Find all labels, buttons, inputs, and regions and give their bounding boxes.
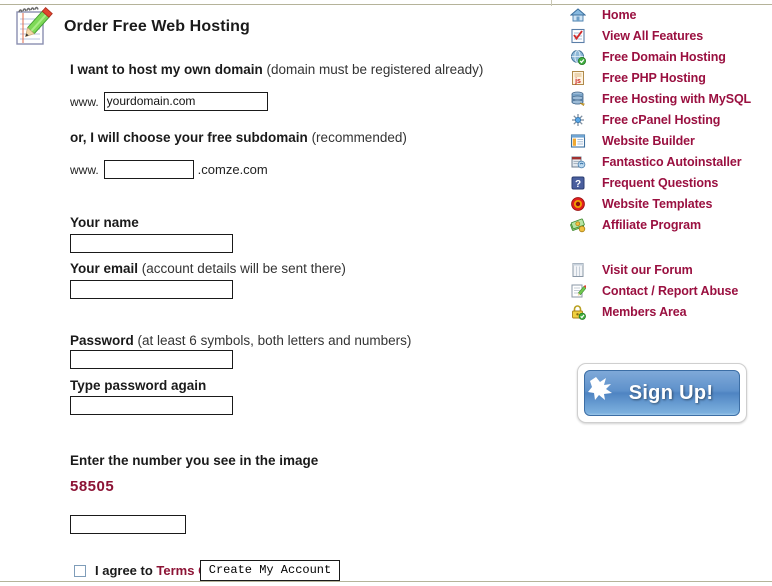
sidebar: Home View All Features Free Domain Hosti…: [569, 4, 772, 322]
create-account-button[interactable]: Create My Account: [199, 560, 341, 581]
captcha-label: Enter the number you see in the image: [70, 453, 319, 468]
sidebar-label[interactable]: Website Builder: [602, 134, 695, 148]
notepad-pencil-icon: [12, 5, 56, 49]
captcha-input[interactable]: [70, 515, 186, 534]
globe-check-icon: [570, 49, 586, 65]
page-header: Order Free Web Hosting: [12, 5, 250, 49]
sidebar-label[interactable]: Free Hosting with MySQL: [602, 92, 751, 106]
subdomain-question: or, I will choose your free subdomain (r…: [70, 130, 540, 145]
contact-pencil-icon: [570, 283, 588, 299]
sidebar-item-website-builder[interactable]: Website Builder: [570, 130, 772, 151]
svg-text:js: js: [574, 78, 581, 85]
sidebar-item-frequent-questions[interactable]: ? Frequent Questions: [570, 172, 772, 193]
sidebar-label[interactable]: Members Area: [602, 305, 687, 319]
target-ring-icon: [570, 196, 586, 212]
database-icon: [570, 91, 586, 107]
password-label-text: Password: [70, 333, 134, 348]
script-js-icon: js: [570, 70, 586, 86]
sidebar-label[interactable]: Visit our Forum: [602, 263, 693, 277]
sidebar-label[interactable]: Contact / Report Abuse: [602, 284, 738, 298]
sidebar-item-free-cpanel-hosting[interactable]: Free cPanel Hosting: [570, 109, 772, 130]
sidebar-divider: [551, 0, 552, 6]
sidebar-label[interactable]: Free cPanel Hosting: [602, 113, 720, 127]
signup-form: I want to host my own domain (domain mus…: [70, 62, 540, 578]
subdomain-label-note: (recommended): [307, 130, 407, 145]
home-icon: [569, 7, 587, 23]
password-label-note: (at least 6 symbols, both letters and nu…: [133, 333, 412, 348]
email-label-text: Your email: [70, 261, 139, 276]
password-input[interactable]: [70, 350, 233, 369]
sidebar-label[interactable]: Home: [602, 8, 636, 22]
password-label: Password (at least 6 symbols, both lette…: [70, 333, 540, 348]
submit-row: Create My Account: [0, 560, 540, 581]
subdomain-row: www. .comze.com: [70, 160, 540, 179]
sidebar-item-members-area[interactable]: Members Area: [570, 301, 772, 322]
sidebar-item-affiliate-program[interactable]: Affiliate Program: [570, 214, 772, 235]
own-domain-question: I want to host my own domain (domain mus…: [70, 62, 540, 77]
sidebar-item-contact-report-abuse[interactable]: Contact / Report Abuse: [570, 280, 772, 301]
forum-board-icon: [570, 262, 586, 278]
sidebar-item-view-all-features[interactable]: View All Features: [570, 25, 772, 46]
money-cash-icon: [570, 217, 586, 233]
page-root: Order Free Web Hosting I want to host my…: [0, 0, 772, 586]
bottom-divider: [0, 581, 772, 582]
window-layout-icon: [570, 133, 586, 149]
sidebar-item-fantastico-autoinstaller[interactable]: Fantastico Autoinstaller: [570, 151, 772, 172]
password-again-input[interactable]: [70, 396, 233, 415]
question-mark-icon: ?: [570, 175, 586, 191]
page-title: Order Free Web Hosting: [64, 18, 250, 35]
sidebar-item-free-php-hosting[interactable]: js Free PHP Hosting: [570, 67, 772, 88]
own-domain-row: www.: [70, 92, 540, 111]
svg-text:?: ?: [575, 179, 581, 190]
sidebar-item-free-domain-hosting[interactable]: Free Domain Hosting: [570, 46, 772, 67]
subdomain-suffix: .comze.com: [197, 162, 268, 177]
own-domain-label-note: (domain must be registered already): [262, 62, 484, 77]
own-domain-input[interactable]: [103, 92, 268, 111]
sidebar-label[interactable]: Affiliate Program: [602, 218, 701, 232]
subdomain-www-prefix: www.: [70, 162, 99, 177]
signup-button-frame[interactable]: Sign Up!: [577, 363, 747, 423]
own-domain-www-prefix: www.: [70, 94, 99, 109]
subdomain-label-bold: or, I will choose your free subdomain: [70, 130, 308, 145]
sidebar-label[interactable]: Frequent Questions: [602, 176, 718, 190]
name-input[interactable]: [70, 234, 233, 253]
sidebar-label[interactable]: Website Templates: [602, 197, 712, 211]
captcha-image-number: 58505: [70, 478, 115, 495]
sidebar-item-website-templates[interactable]: Website Templates: [570, 193, 772, 214]
email-label-note: (account details will be sent there): [138, 261, 346, 276]
sidebar-label[interactable]: View All Features: [602, 29, 703, 43]
name-label: Your name: [70, 215, 139, 230]
signup-button[interactable]: Sign Up!: [584, 370, 740, 416]
email-label: Your email (account details will be sent…: [70, 261, 540, 276]
signup-label: Sign Up!: [628, 381, 714, 404]
password-again-label: Type password again: [70, 378, 207, 393]
installer-box-icon: [570, 154, 586, 170]
starburst-icon: [587, 373, 617, 403]
sidebar-label[interactable]: Fantastico Autoinstaller: [602, 155, 742, 169]
padlock-check-icon: [570, 304, 586, 320]
sidebar-label[interactable]: Free PHP Hosting: [602, 71, 706, 85]
sidebar-label[interactable]: Free Domain Hosting: [602, 50, 726, 64]
email-input[interactable]: [70, 280, 233, 299]
subdomain-input[interactable]: [103, 160, 194, 179]
sidebar-item-home[interactable]: Home: [569, 4, 772, 25]
own-domain-label-bold: I want to host my own domain: [70, 62, 263, 77]
sidebar-item-visit-our-forum[interactable]: Visit our Forum: [570, 259, 772, 280]
cpanel-star-icon: [570, 112, 586, 128]
checklist-icon: [570, 28, 586, 44]
sidebar-item-free-hosting-mysql[interactable]: Free Hosting with MySQL: [570, 88, 772, 109]
